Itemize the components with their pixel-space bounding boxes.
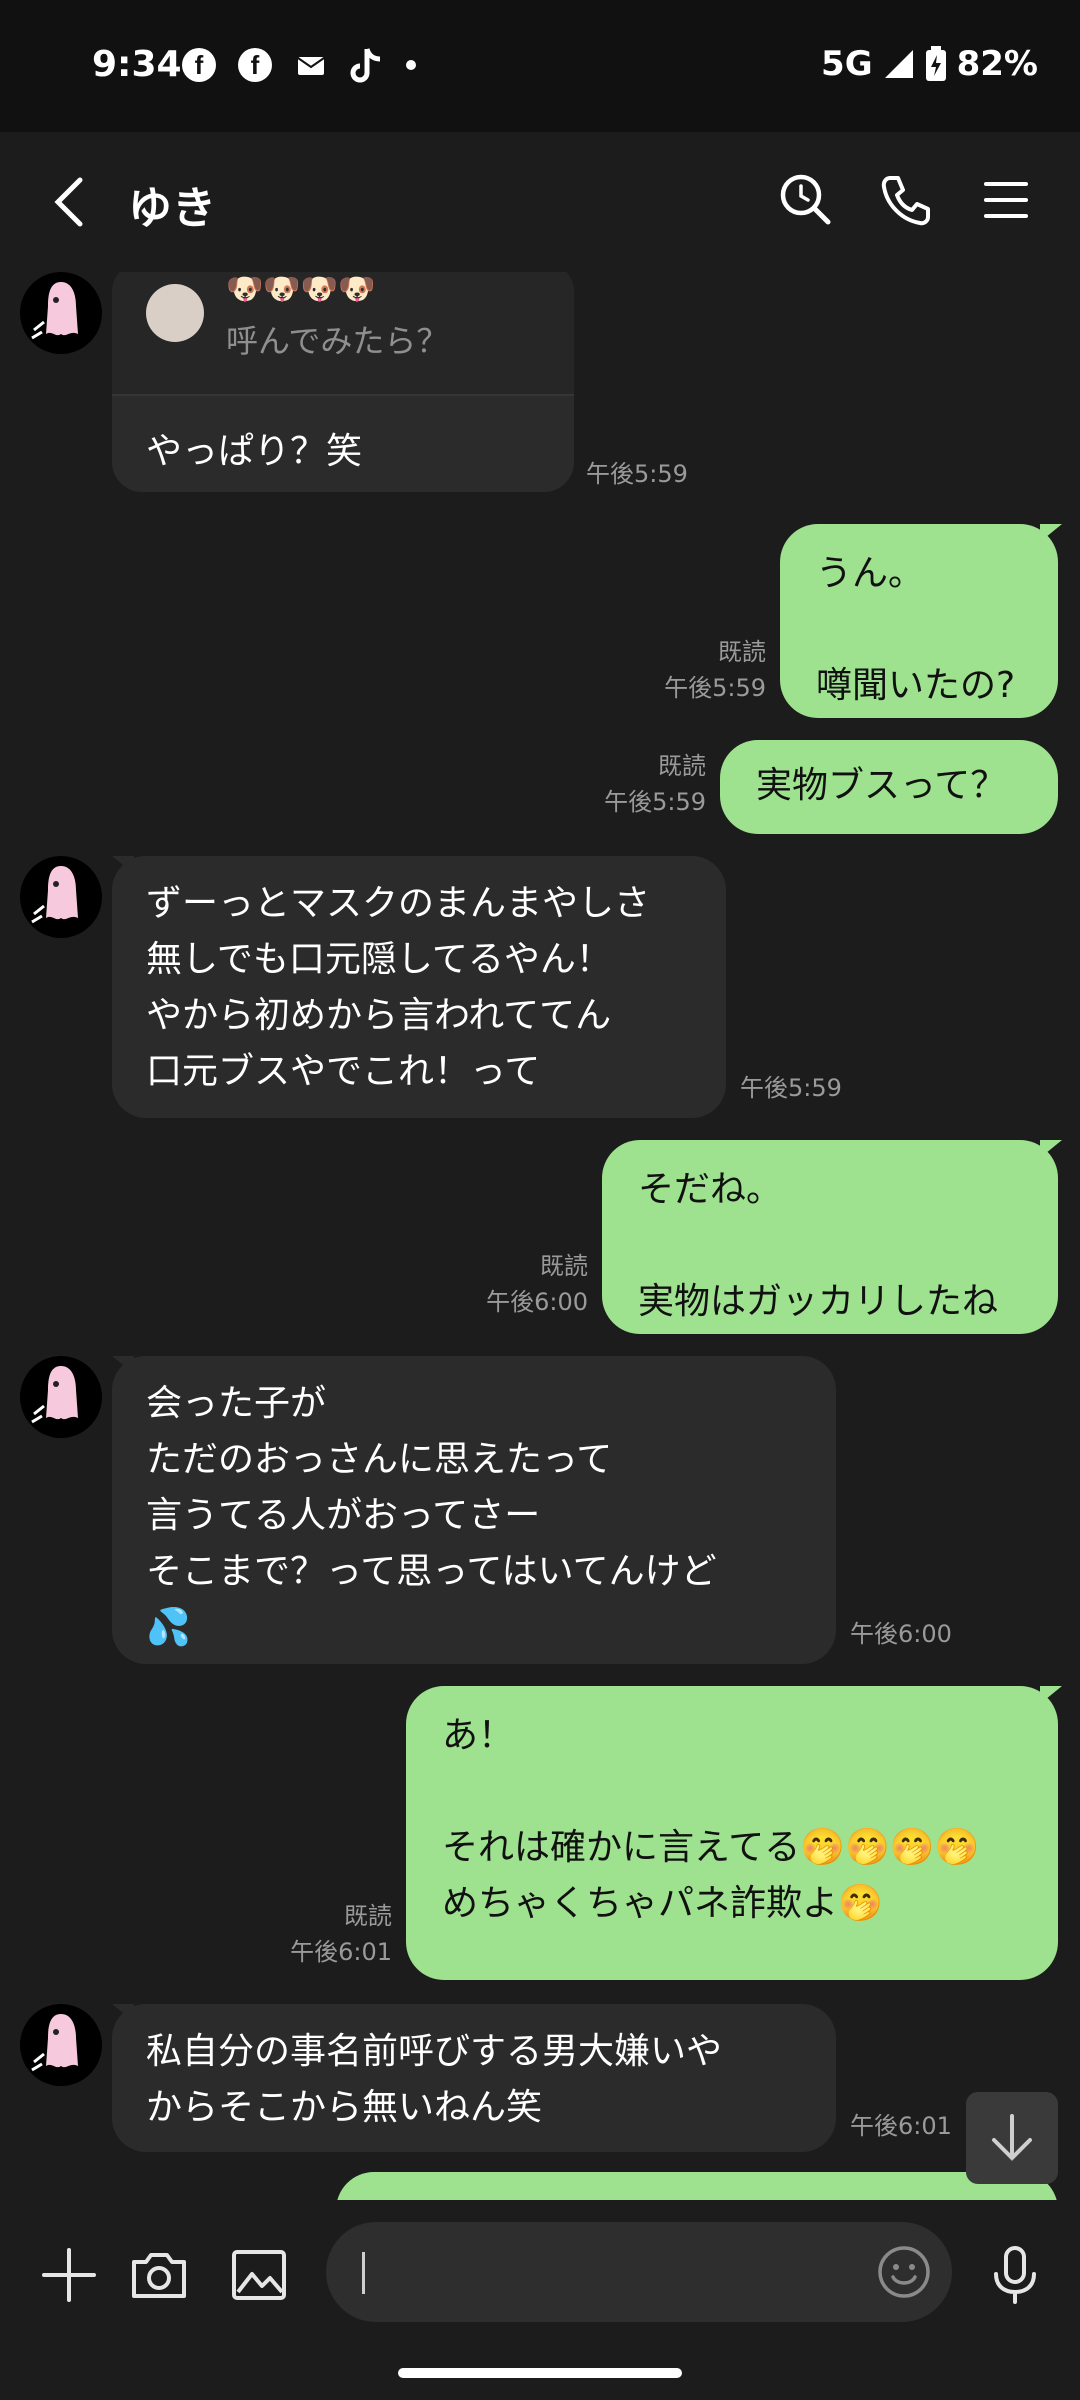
message-incoming: 🐶🐶🐶🐶 呼んでみたら？ やっぱり？笑 午後5:59 (0, 272, 1080, 512)
message-time: 午後6:00 (486, 1288, 588, 1316)
message-list[interactable]: 🐶🐶🐶🐶 呼んでみたら？ やっぱり？笑 午後5:59 うん。 噂聞いたの? 既読… (0, 272, 1080, 2200)
message-time: 午後6:01 (290, 1938, 392, 1966)
message-time: 午後5:59 (740, 1074, 842, 1102)
message-meta: 既読 午後6:00 (460, 1248, 588, 1320)
message-meta: 既読 午後6:01 (266, 1898, 392, 1970)
message-outgoing[interactable]: 実物ブスって？ (720, 740, 1058, 834)
mail-icon (297, 57, 325, 75)
message-incoming[interactable]: 会った子が ただのおっさんに思えたって 言うてる人がおってさー そこまで？って思… (112, 1356, 836, 1664)
facebook-icon: f (238, 48, 272, 82)
message-input[interactable] (326, 2222, 952, 2322)
plus-icon[interactable] (38, 2244, 100, 2306)
message-time: 午後5:59 (586, 460, 688, 488)
status-time: 9:34 (92, 44, 182, 85)
message-outgoing-partial[interactable] (336, 2172, 1058, 2200)
chat-title: ゆき (128, 183, 216, 234)
read-receipt: 既読 (718, 638, 766, 666)
back-icon[interactable] (46, 172, 96, 232)
reply-quote: 呼んでみたら？ (226, 322, 449, 360)
notification-icons: f f (182, 46, 416, 84)
avatar[interactable] (20, 2004, 102, 2086)
tiktok-icon (350, 48, 381, 83)
message-meta: 既読 午後5:59 (640, 634, 766, 706)
bubble-tail (1040, 1686, 1062, 1704)
read-receipt: 既読 (540, 1252, 588, 1280)
text-caret (362, 2252, 365, 2294)
image-icon[interactable] (228, 2244, 290, 2306)
scroll-to-bottom-button[interactable] (966, 2092, 1058, 2184)
bubble-tail (1040, 1140, 1062, 1158)
bubble-tail (1040, 524, 1062, 542)
phone-icon[interactable] (876, 170, 936, 230)
message-meta: 既読 午後5:59 (580, 748, 706, 820)
emoji-icon[interactable] (876, 2244, 932, 2300)
status-right: 5G 82% (821, 44, 1038, 84)
status-bar: 9:34 f f 5G 82% (0, 0, 1080, 132)
message-incoming[interactable]: 私自分の事名前呼びする男大嫌いや からそこから無いねん笑 (112, 2004, 836, 2152)
message-time: 午後5:59 (604, 788, 706, 816)
menu-icon[interactable] (976, 170, 1036, 230)
arrow-down-icon (992, 2114, 1032, 2161)
reply-emoji: 🐶🐶🐶🐶 (226, 272, 376, 307)
message-time: 午後6:00 (850, 1620, 952, 1648)
message-incoming[interactable]: ずーっとマスクのまんまやしさ 無しでも口元隠してるやん！ やから初めから言われて… (112, 856, 726, 1118)
message-time: 午後5:59 (664, 674, 766, 702)
input-bar (0, 2200, 1080, 2400)
reply-bubble[interactable]: 🐶🐶🐶🐶 呼んでみたら？ やっぱり？笑 (112, 272, 574, 492)
search-icon[interactable] (776, 170, 836, 230)
chat-header: ゆき (0, 132, 1080, 272)
read-receipt: 既読 (658, 752, 706, 780)
more-notifications-dot (406, 60, 416, 70)
message-outgoing[interactable]: あ！ それは確かに言えてる🤭🤭🤭🤭 めちゃくちゃパネ詐欺よ🤭 (406, 1686, 1058, 1980)
facebook-icon: f (182, 48, 216, 82)
message-text: やっぱり？笑 (146, 431, 363, 472)
network-label: 5G (821, 44, 873, 84)
battery-icon (925, 46, 946, 81)
signal-icon (884, 50, 913, 78)
microphone-icon[interactable] (984, 2244, 1046, 2306)
camera-icon[interactable] (128, 2244, 190, 2306)
battery-label: 82% (956, 44, 1038, 84)
reply-thumbnail (146, 284, 204, 342)
read-receipt: 既読 (344, 1902, 392, 1930)
avatar[interactable] (20, 272, 102, 354)
message-outgoing[interactable]: そだね。 実物はガッカリしたね (602, 1140, 1058, 1334)
home-indicator[interactable] (398, 2368, 682, 2378)
avatar[interactable] (20, 1356, 102, 1438)
message-time: 午後6:01 (850, 2112, 952, 2140)
avatar[interactable] (20, 856, 102, 938)
reply-preview[interactable]: 🐶🐶🐶🐶 呼んでみたら？ (112, 272, 574, 396)
message-outgoing[interactable]: うん。 噂聞いたの? (780, 524, 1058, 718)
